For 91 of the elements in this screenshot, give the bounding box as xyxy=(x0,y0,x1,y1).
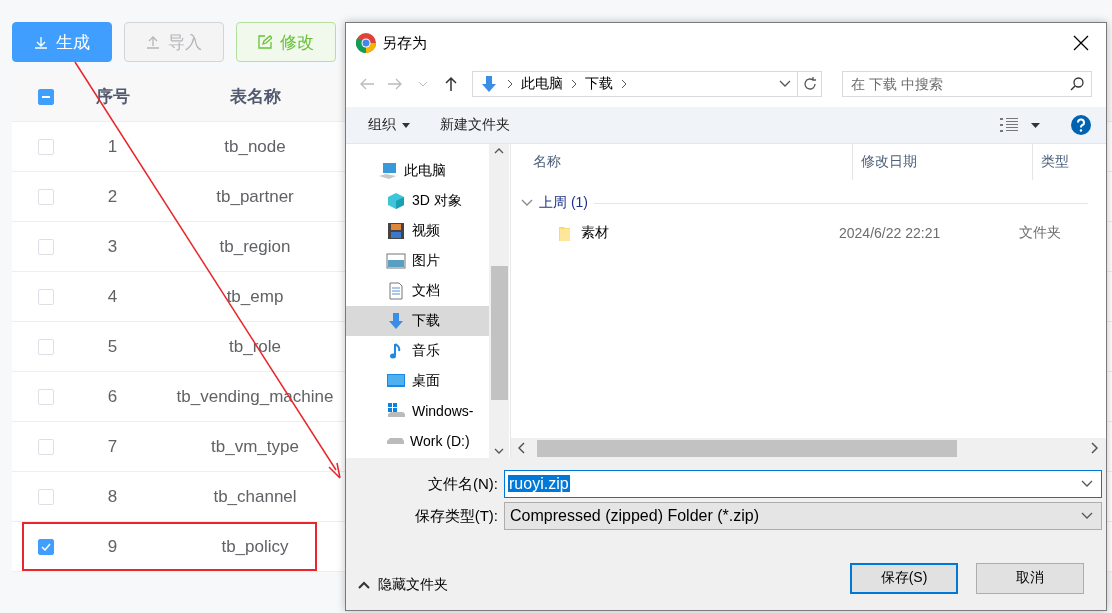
table-cell: 1 xyxy=(107,136,118,157)
document-icon xyxy=(386,282,406,300)
chevron-down-icon xyxy=(521,199,533,207)
breadcrumb-item[interactable]: 此电脑 xyxy=(521,75,563,93)
nav-item[interactable]: 视频 xyxy=(346,216,489,246)
column-header: 序号 xyxy=(95,86,130,108)
chevron-right-icon xyxy=(507,79,513,89)
chevron-right-icon xyxy=(621,79,627,89)
download-icon xyxy=(386,312,406,330)
nav-item[interactable]: 下载 xyxy=(346,306,489,336)
table-cell: 8 xyxy=(107,486,118,507)
chevron-left-icon[interactable] xyxy=(518,442,526,454)
edit-icon xyxy=(258,35,272,49)
table-cell: 6 xyxy=(107,386,118,407)
download-icon xyxy=(34,35,48,49)
breadcrumb-item[interactable]: 下载 xyxy=(585,75,613,93)
filename-label: 文件名(N): xyxy=(427,474,498,494)
organize-menu[interactable]: 组织 xyxy=(368,116,410,134)
chevron-down-icon xyxy=(1081,512,1093,520)
table-cell: 7 xyxy=(107,436,118,457)
view-options-icon[interactable] xyxy=(999,117,1019,133)
nav-item[interactable]: 3D 对象 xyxy=(346,186,489,216)
nav-item[interactable]: Windows- xyxy=(346,396,489,426)
refresh-icon xyxy=(801,76,818,92)
table-cell: 4 xyxy=(107,286,118,307)
file-type-label: 保存类型(T): xyxy=(413,506,498,526)
file-type: 文件夹 xyxy=(1018,224,1061,242)
close-icon xyxy=(1073,35,1089,51)
column-header[interactable]: 修改日期 xyxy=(853,144,1033,180)
computer-icon xyxy=(378,162,398,180)
nav-item[interactable]: 此电脑 xyxy=(346,156,489,186)
table-cell: tb_vm_type xyxy=(211,436,299,457)
help-icon[interactable] xyxy=(1070,114,1092,136)
filename-field[interactable]: ruoyi.zip xyxy=(504,470,1102,498)
chevron-up-icon[interactable] xyxy=(494,148,504,154)
checkmark-icon xyxy=(41,542,51,551)
table-cell: tb_node xyxy=(224,136,286,157)
nav-item[interactable]: 桌面 xyxy=(346,366,489,396)
new-folder-button[interactable]: 新建文件夹 xyxy=(440,116,510,134)
chevron-right-icon xyxy=(571,79,577,89)
table-cell: 9 xyxy=(107,536,118,557)
table-cell: 5 xyxy=(107,336,118,357)
table-cell: tb_channel xyxy=(213,486,297,507)
chevron-right-icon[interactable] xyxy=(1091,442,1099,454)
save-button[interactable]: 保存(S) xyxy=(850,562,958,594)
back-arrow-icon xyxy=(359,78,375,90)
cube-icon xyxy=(386,192,406,210)
browser-logo-icon xyxy=(356,33,376,53)
chevron-down-icon xyxy=(418,81,428,87)
chevron-down-icon[interactable] xyxy=(494,448,504,454)
image-icon xyxy=(386,252,406,270)
chevron-down-icon xyxy=(779,80,791,88)
file-type-select[interactable]: Compressed (zipped) Folder (*.zip) xyxy=(504,502,1102,530)
upload-icon xyxy=(146,35,160,49)
drive-icon xyxy=(386,437,404,445)
file-name[interactable]: 素材 xyxy=(581,224,609,242)
table-cell: 2 xyxy=(107,186,118,207)
column-header[interactable]: 名称 xyxy=(511,144,853,180)
table-cell: tb_emp xyxy=(226,286,284,307)
forward-arrow-icon xyxy=(387,78,403,90)
nav-item[interactable]: 音乐 xyxy=(346,336,489,366)
dialog-title: 另存为 xyxy=(382,33,428,53)
film-icon xyxy=(386,222,406,240)
chevron-up-icon xyxy=(358,581,370,589)
table-cell: tb_policy xyxy=(221,536,289,557)
file-date: 2024/6/22 22:21 xyxy=(838,225,942,241)
row-checkbox[interactable] xyxy=(38,538,54,555)
table-cell: tb_region xyxy=(219,236,291,257)
table-cell: tb_partner xyxy=(216,186,294,207)
address-bar[interactable]: 此电脑 下载 xyxy=(472,71,822,97)
chevron-down-icon xyxy=(1081,480,1093,488)
drive-icon xyxy=(386,402,406,420)
up-arrow-icon xyxy=(445,76,457,92)
search-icon xyxy=(1070,77,1084,91)
minus-icon xyxy=(42,95,50,98)
monitor-icon xyxy=(386,372,406,390)
nav-item[interactable]: Work (D:) xyxy=(346,426,489,456)
select-all-checkbox[interactable] xyxy=(38,88,54,105)
folder-icon xyxy=(559,225,571,241)
nav-item[interactable]: 文档 xyxy=(346,276,489,306)
horizontal-scrollbar[interactable] xyxy=(511,438,1106,458)
search-field[interactable]: 在 下载 中搜索 xyxy=(842,71,1092,97)
cancel-button[interactable]: 取消 xyxy=(976,562,1084,594)
column-header: 表名称 xyxy=(229,86,281,108)
hide-folders-button[interactable]: 隐藏文件夹 xyxy=(358,576,448,594)
download-icon xyxy=(479,75,499,93)
vertical-scrollbar[interactable] xyxy=(489,144,509,458)
nav-item[interactable]: 图片 xyxy=(346,246,489,276)
column-header[interactable]: 类型 xyxy=(1033,144,1103,180)
table-cell: 3 xyxy=(107,236,118,257)
group-header[interactable]: 上周 (1) xyxy=(539,194,588,212)
